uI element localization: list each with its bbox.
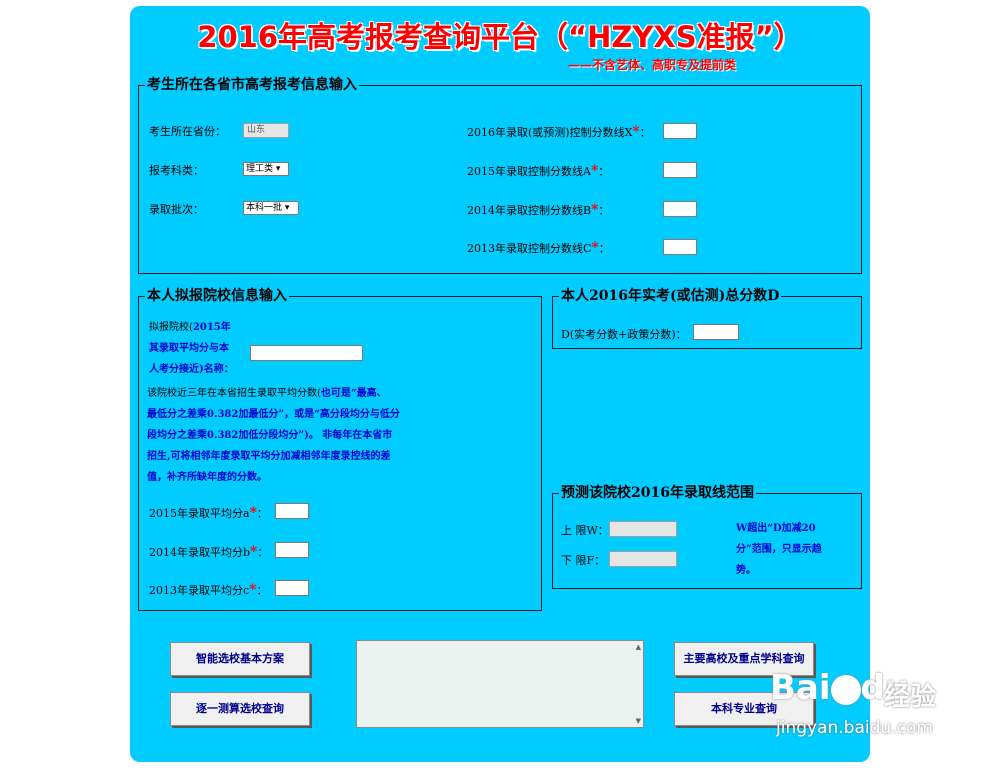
control-line-c-input[interactable]: [663, 239, 697, 255]
total-score-input[interactable]: [693, 324, 739, 340]
control-line-b-input[interactable]: [663, 201, 697, 217]
lower-limit-field: [609, 551, 677, 567]
brand-cn-text: 经验: [884, 682, 937, 712]
page-subtitle: ——不含艺体、高职专及提前类: [568, 58, 737, 72]
control-line-a-input[interactable]: [663, 162, 697, 178]
main-panel: 2016年高考报考查询平台（“HZYXS准报”） ——不含艺体、高职专及提前类 …: [130, 6, 870, 762]
page-title: 2016年高考报考查询平台（“HZYXS准报”）: [197, 20, 803, 54]
section-legend: 预测该院校2016年录取线范围: [559, 483, 756, 503]
avg-score-b-input[interactable]: [275, 542, 309, 558]
watermark: Bai du 经验 jingyan.baidu.com: [766, 666, 986, 746]
avg-score-c-input[interactable]: [275, 580, 309, 596]
watermark-url: jingyan.baidu.com: [776, 718, 933, 738]
province-info-section: 考生所在各省市高考报考信息输入 考生所在省份： 山东 报考科类： 理工类 ▾ 录…: [138, 75, 862, 274]
school-name-input[interactable]: [250, 345, 363, 361]
province-field: 山东: [243, 123, 289, 138]
upper-limit-label: 上 限W：: [561, 524, 609, 537]
upper-limit-field: [609, 521, 677, 537]
scroll-up-icon[interactable]: ▲: [636, 643, 641, 651]
avg-score-a-input[interactable]: [275, 503, 309, 519]
section-legend: 本人2016年实考(或估测)总分数D: [559, 286, 782, 306]
range-note: W超出“D加减20分”范围，只显示趋势。: [736, 523, 822, 576]
school-name-label: 拟报院校(2015年 其录取平均分与本 人考分接近)名称：: [149, 322, 234, 375]
average-score-note: 该院校近三年在本省招生录取平均分数(也可是“最高、 最低分之差乘0.382加最低…: [147, 388, 400, 483]
total-score-label: D(实考分数+政策分数)：: [561, 328, 687, 341]
batch-select[interactable]: 本科一批 ▾: [243, 201, 299, 215]
control-line-b-label: 2014年录取控制分数线B*：: [467, 202, 610, 218]
control-line-x-label: 2016年录取(或预测)控制分数线X*：: [467, 124, 651, 140]
lower-limit-label: 下 限F：: [561, 554, 606, 567]
avg-score-b-label: 2014年录取平均分b*：: [149, 544, 269, 560]
predicted-range-section: 预测该院校2016年录取线范围 上 限W： 下 限F： W超出“D加减20分”范…: [552, 483, 862, 589]
control-line-a-label: 2015年录取控制分数线A*：: [467, 163, 610, 179]
avg-score-a-label: 2015年录取平均分a*：: [149, 505, 268, 521]
paw-icon: [830, 674, 861, 705]
control-line-c-label: 2013年录取控制分数线C*：: [467, 240, 610, 256]
subject-select[interactable]: 理工类 ▾: [243, 162, 289, 176]
basic-plan-button[interactable]: 智能选校基本方案: [170, 642, 310, 676]
total-score-section: 本人2016年实考(或估测)总分数D D(实考分数+政策分数)：: [552, 286, 862, 349]
control-line-x-input[interactable]: [663, 123, 697, 139]
section-legend: 本人拟报院校信息输入: [145, 286, 289, 306]
batch-label: 录取批次：: [149, 203, 204, 216]
subject-label: 报考科类：: [149, 164, 204, 177]
scroll-down-icon[interactable]: ▼: [636, 717, 641, 725]
result-textarea[interactable]: ▲ ▼: [356, 640, 644, 728]
province-label: 考生所在省份：: [149, 125, 226, 138]
calc-query-button[interactable]: 逐一测算选校查询: [170, 692, 310, 726]
section-legend: 考生所在各省市高考报考信息输入: [145, 75, 359, 95]
avg-score-c-label: 2013年录取平均分c*：: [149, 582, 268, 598]
school-info-section: 本人拟报院校信息输入 拟报院校(2015年 其录取平均分与本 人考分接近)名称：…: [138, 286, 542, 611]
